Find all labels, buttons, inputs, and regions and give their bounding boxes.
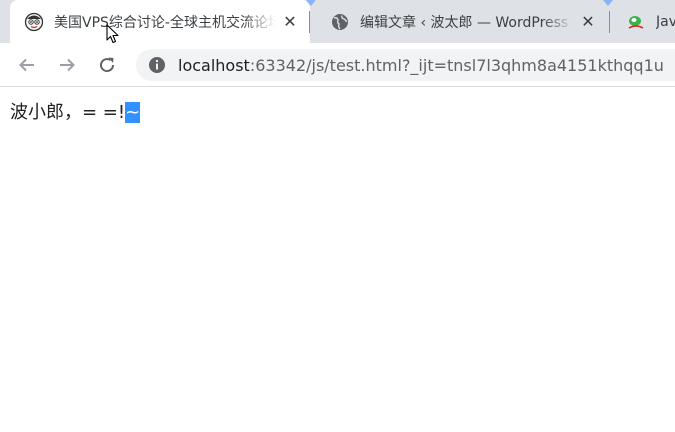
arrow-left-icon	[19, 58, 34, 72]
info-icon[interactable]	[148, 56, 166, 74]
tab-strip: 美国VPS综合讨论-全球主机交流论坛 ✕ 编辑文章 ‹ 波太郎 — WordPr…	[0, 0, 675, 43]
tab-title: Java	[656, 13, 675, 30]
green-leaf-icon	[626, 12, 646, 32]
browser-toolbar: localhost:63342/js/test.html?_ijt=tnsl7l…	[0, 43, 675, 87]
address-bar[interactable]: localhost:63342/js/test.html?_ijt=tnsl7l…	[136, 49, 675, 81]
page-text: 波小郎，= =!	[10, 102, 126, 123]
url-host: localhost	[178, 55, 250, 75]
tab-wordpress-edit[interactable]: 编辑文章 ‹ 波太郎 — WordPress ✕	[316, 0, 608, 43]
arrow-right-icon	[60, 58, 75, 72]
tab-indicator	[306, 0, 316, 6]
mouse-cursor-icon	[106, 24, 119, 44]
globe-icon	[330, 12, 350, 32]
tab-java[interactable]: Java	[612, 0, 675, 43]
url-text[interactable]: localhost:63342/js/test.html?_ijt=tnsl7l…	[178, 56, 664, 75]
forward-button[interactable]	[53, 51, 81, 79]
selected-text: ~	[125, 102, 141, 123]
page-content: 波小郎，= =!~	[10, 100, 141, 126]
tab-separator	[609, 11, 610, 33]
close-icon[interactable]: ✕	[280, 12, 300, 32]
tab-separator	[309, 11, 310, 33]
reload-icon	[100, 57, 115, 73]
tab-vps-forum[interactable]: 美国VPS综合讨论-全球主机交流论坛 ✕	[10, 0, 310, 43]
reload-button[interactable]	[93, 51, 121, 79]
back-button[interactable]	[13, 51, 41, 79]
tab-title: 编辑文章 ‹ 波太郎 — WordPress	[360, 14, 569, 31]
tab-title: 美国VPS综合讨论-全球主机交流论坛	[54, 14, 276, 31]
close-icon[interactable]: ✕	[578, 12, 598, 32]
url-path: :63342/js/test.html?_ijt=tnsl7l3qhm8a415…	[249, 55, 664, 75]
cartoon-avatar-icon	[24, 12, 44, 32]
